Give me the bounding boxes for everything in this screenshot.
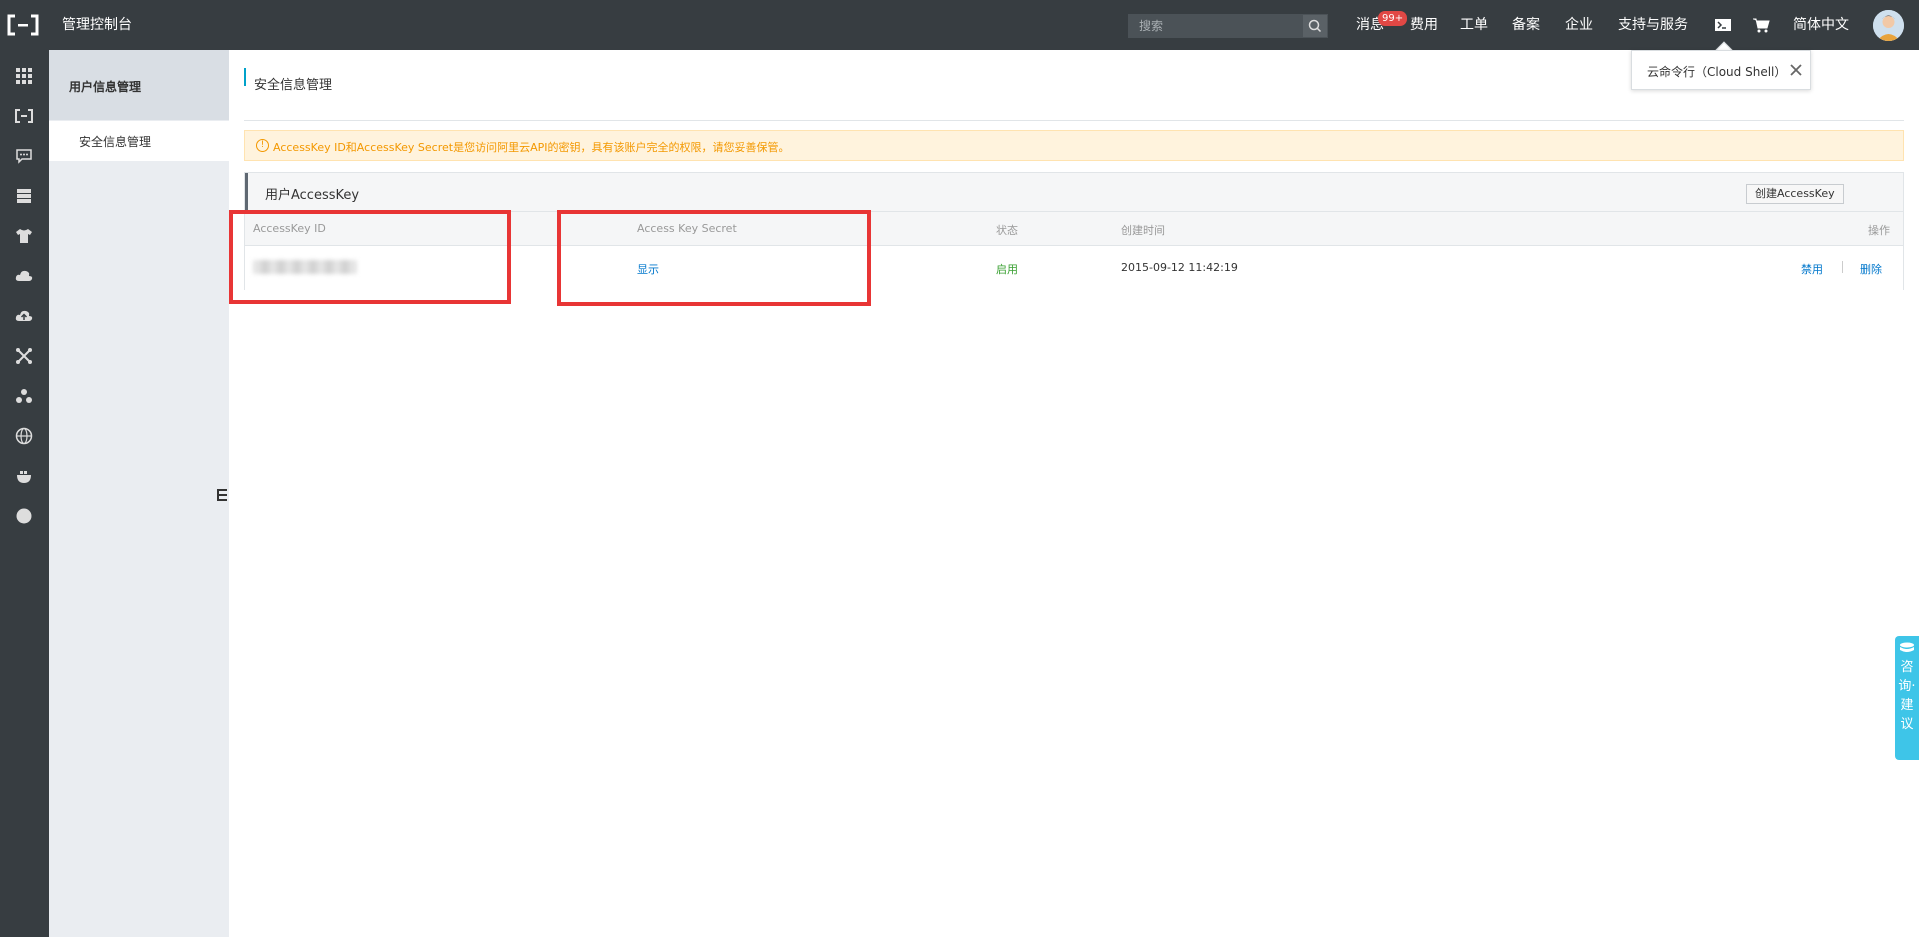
- disable-link[interactable]: 禁用: [1801, 261, 1823, 277]
- menu-collapse-icon: [217, 489, 227, 501]
- container-icon[interactable]: [14, 466, 34, 486]
- messages-badge: 99+: [1378, 11, 1408, 26]
- highlight-accesskey-id: [229, 210, 511, 304]
- column-header-created: 创建时间: [1121, 224, 1165, 237]
- sidebar-collapse-handle[interactable]: [211, 472, 229, 518]
- search-icon: [1308, 19, 1322, 33]
- console-title[interactable]: 管理控制台: [62, 0, 132, 50]
- cloud-shell-tooltip: 云命令行（Cloud Shell）: [1631, 50, 1811, 90]
- action-separator: [1842, 261, 1843, 273]
- secondary-sidebar: 用户信息管理 安全信息管理: [49, 50, 229, 937]
- aliyun-logo-icon[interactable]: [6, 14, 40, 36]
- sidebar-header-label: 用户信息管理: [69, 80, 142, 94]
- warning-text: AccessKey ID和AccessKey Secret是您访问阿里云API的…: [273, 141, 790, 154]
- nav-tickets[interactable]: 工单: [1460, 0, 1488, 50]
- accesskey-panel-title: 用户AccessKey: [265, 188, 360, 203]
- column-header-status: 状态: [996, 224, 1018, 237]
- warning-icon: !: [256, 139, 269, 152]
- consult-suggest-tab[interactable]: 咨询·建议: [1895, 636, 1919, 760]
- title-divider: [244, 120, 1904, 121]
- warning-banner: ! AccessKey ID和AccessKey Secret是您访问阿里云AP…: [244, 130, 1904, 161]
- nav-messages[interactable]: 消息: [1356, 0, 1384, 50]
- cloud-shell-tooltip-text: 云命令行（Cloud Shell）: [1647, 65, 1787, 79]
- circle-icon[interactable]: [14, 506, 34, 526]
- aliyun-icon[interactable]: [14, 106, 34, 126]
- consult-icon: [1900, 642, 1914, 652]
- search-button[interactable]: [1303, 15, 1327, 37]
- avatar[interactable]: [1873, 10, 1904, 41]
- database-icon[interactable]: [14, 186, 34, 206]
- nav-language[interactable]: 简体中文: [1793, 0, 1849, 50]
- terminal-icon[interactable]: [1714, 16, 1732, 34]
- close-icon[interactable]: [1789, 63, 1803, 77]
- user-avatar-icon: [1873, 10, 1904, 41]
- highlight-accesskey-secret: [557, 210, 871, 306]
- sidebar-item-label: 安全信息管理: [79, 135, 152, 149]
- status-badge: 启用: [996, 263, 1018, 276]
- chat-icon[interactable]: [14, 146, 34, 166]
- nav-enterprise[interactable]: 企业: [1565, 0, 1593, 50]
- search-box: [1128, 14, 1328, 38]
- nav-billing[interactable]: 费用: [1410, 0, 1438, 50]
- shirt-icon[interactable]: [14, 226, 34, 246]
- create-accesskey-button[interactable]: 创建AccessKey: [1746, 184, 1844, 204]
- created-time: 2015-09-12 11:42:19: [1121, 261, 1238, 274]
- consult-text: 咨询·建议: [1898, 660, 1916, 732]
- nav-icp[interactable]: 备案: [1512, 0, 1540, 50]
- sidebar-header: 用户信息管理: [49, 50, 229, 120]
- cart-icon[interactable]: [1752, 16, 1770, 34]
- column-header-actions: 操作: [1868, 224, 1890, 237]
- top-navbar: 管理控制台 消息 99+ 费用 工单 备案 企业 支持与服务 简体中文: [0, 0, 1919, 50]
- accesskey-panel-header: 用户AccessKey 创建AccessKey: [245, 173, 1903, 211]
- cluster-icon[interactable]: [14, 386, 34, 406]
- network-icon[interactable]: [14, 346, 34, 366]
- apps-grid-icon[interactable]: [14, 66, 34, 86]
- nav-support[interactable]: 支持与服务: [1618, 0, 1688, 50]
- search-input[interactable]: [1129, 15, 1305, 37]
- cloud-upload-icon[interactable]: [14, 306, 34, 326]
- product-rail: [0, 50, 49, 937]
- delete-link[interactable]: 删除: [1860, 261, 1882, 277]
- cloud-icon[interactable]: [14, 266, 34, 286]
- page-title: 安全信息管理: [254, 78, 333, 93]
- page-title-accent: [244, 68, 246, 86]
- globe-icon[interactable]: [14, 426, 34, 446]
- sidebar-item-security-info[interactable]: 安全信息管理: [49, 121, 229, 161]
